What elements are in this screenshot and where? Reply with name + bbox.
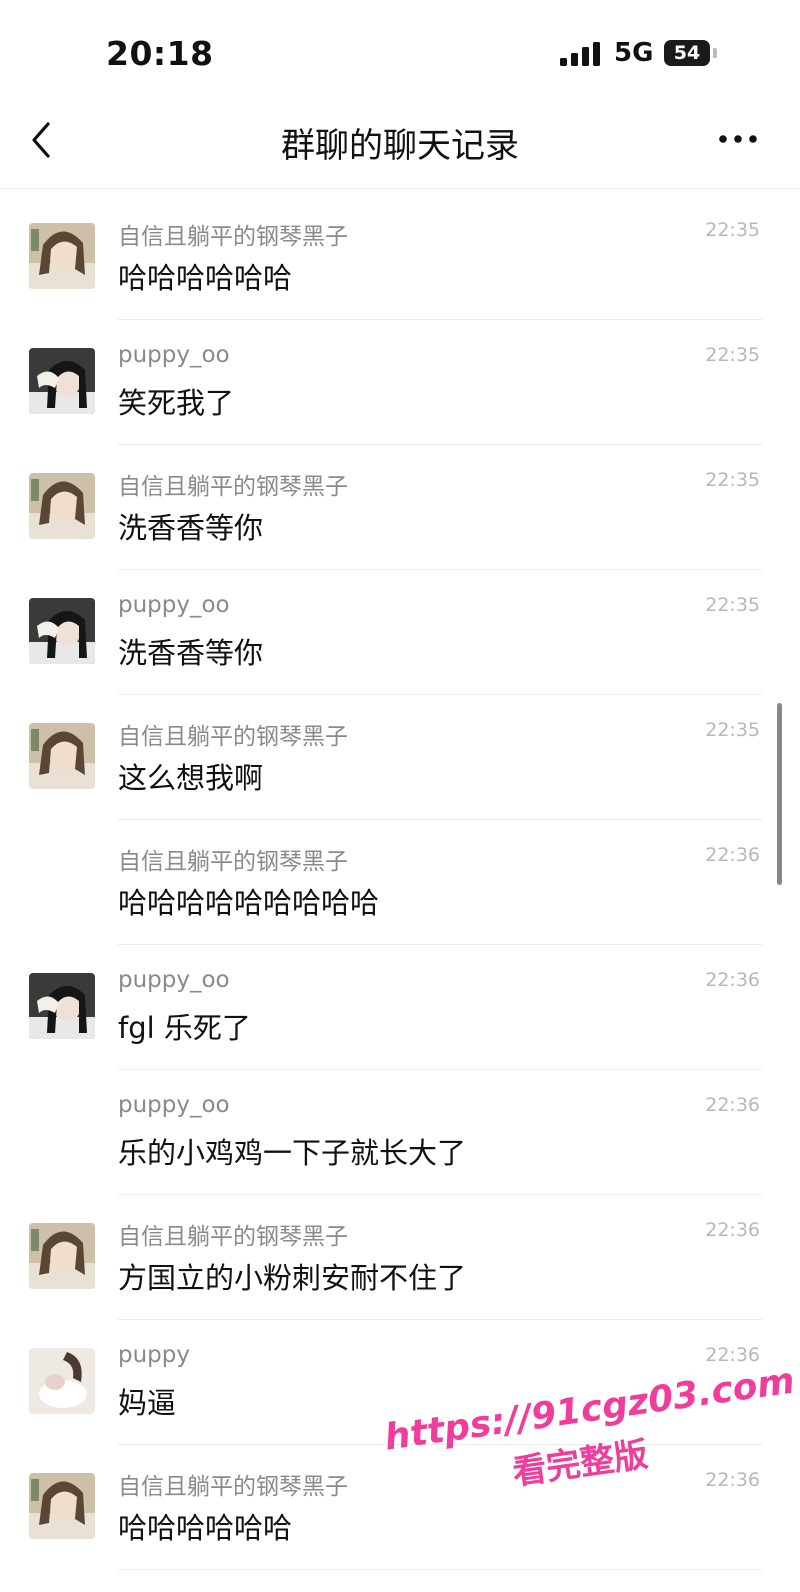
message-time: 22:36 bbox=[705, 1219, 760, 1241]
message-text: 哈哈哈哈哈哈哈哈哈 bbox=[118, 886, 380, 920]
message-sender: 自信且躺平的钢琴黑子 bbox=[118, 1474, 348, 1500]
message-text: 洗香香等你 bbox=[118, 636, 264, 670]
message-item[interactable]: 自信且躺平的钢琴黑子 22:35 哈哈哈哈哈哈 bbox=[0, 195, 800, 320]
avatar[interactable] bbox=[29, 723, 95, 789]
message-item[interactable]: 自信且躺平的钢琴黑子 22:35 洗香香等你 bbox=[0, 445, 800, 570]
avatar[interactable] bbox=[29, 1223, 95, 1289]
message-time: 22:35 bbox=[705, 219, 760, 241]
divider bbox=[118, 1569, 762, 1570]
avatar[interactable] bbox=[29, 473, 95, 539]
avatar[interactable] bbox=[29, 1473, 95, 1539]
message-time: 22:35 bbox=[705, 469, 760, 491]
message-sender: 自信且躺平的钢琴黑子 bbox=[118, 724, 348, 750]
battery-tip bbox=[713, 48, 717, 58]
message-sender: puppy bbox=[118, 1342, 190, 1368]
message-item[interactable]: 自信且躺平的钢琴黑子 22:36 方国立的小粉刺安耐不住了 bbox=[0, 1195, 800, 1320]
message-text: fgl 乐死了 bbox=[118, 1011, 251, 1045]
message-sender: 自信且躺平的钢琴黑子 bbox=[118, 474, 348, 500]
message-item[interactable]: puppy_oo 22:36 fgl 乐死了 bbox=[0, 945, 800, 1070]
message-text: 这么想我啊 bbox=[118, 761, 264, 795]
scrollbar[interactable] bbox=[777, 703, 782, 885]
message-item[interactable]: 自信且躺平的钢琴黑子 22:36 哈哈哈哈哈哈哈哈哈 bbox=[0, 820, 800, 945]
message-text: 妈逼 bbox=[118, 1386, 177, 1420]
more-dots-icon[interactable] bbox=[716, 124, 760, 154]
message-time: 22:36 bbox=[705, 969, 760, 991]
message-item[interactable]: puppy_oo 22:35 洗香香等你 bbox=[0, 570, 800, 695]
message-time: 22:36 bbox=[705, 844, 760, 866]
message-time: 22:35 bbox=[705, 594, 760, 616]
avatar[interactable] bbox=[29, 348, 95, 414]
message-item[interactable]: 自信且躺平的钢琴黑子 22:35 这么想我啊 bbox=[0, 695, 800, 820]
message-time: 22:36 bbox=[705, 1469, 760, 1491]
navigation-bar: 群聊的聊天记录 bbox=[0, 100, 800, 189]
message-sender: puppy_oo bbox=[118, 592, 230, 618]
message-text: 洗香香等你 bbox=[118, 511, 264, 545]
message-time: 22:35 bbox=[705, 344, 760, 366]
message-sender: 自信且躺平的钢琴黑子 bbox=[118, 1224, 348, 1250]
message-text: 方国立的小粉刺安耐不住了 bbox=[118, 1261, 467, 1295]
status-time: 20:18 bbox=[106, 34, 214, 73]
battery-icon: 54 bbox=[664, 40, 710, 66]
message-sender: 自信且躺平的钢琴黑子 bbox=[118, 224, 348, 250]
cellular-signal-icon bbox=[560, 42, 600, 66]
message-text: 笑死我了 bbox=[118, 386, 235, 420]
network-type: 5G bbox=[614, 38, 654, 68]
message-text: 哈哈哈哈哈哈 bbox=[118, 261, 293, 295]
message-text: 乐的小鸡鸡一下子就长大了 bbox=[118, 1136, 467, 1170]
page-title: 群聊的聊天记录 bbox=[281, 126, 519, 166]
message-sender: puppy_oo bbox=[118, 1092, 230, 1118]
avatar[interactable] bbox=[29, 1348, 95, 1414]
avatar[interactable] bbox=[29, 223, 95, 289]
message-item[interactable]: puppy_oo 22:36 乐的小鸡鸡一下子就长大了 bbox=[0, 1070, 800, 1195]
message-time: 22:35 bbox=[705, 719, 760, 741]
message-time: 22:36 bbox=[705, 1094, 760, 1116]
avatar[interactable] bbox=[29, 598, 95, 664]
message-time: 22:36 bbox=[705, 1344, 760, 1366]
status-bar: 20:18 5G 54 bbox=[0, 0, 800, 100]
message-sender: 自信且躺平的钢琴黑子 bbox=[118, 849, 348, 875]
chat-history-list[interactable]: 自信且躺平的钢琴黑子 22:35 哈哈哈哈哈哈 puppy_oo 22:35 笑死我了 自信… bbox=[0, 195, 800, 1570]
message-sender: puppy_oo bbox=[118, 342, 230, 368]
avatar[interactable] bbox=[29, 973, 95, 1039]
message-sender: puppy_oo bbox=[118, 967, 230, 993]
message-text: 哈哈哈哈哈哈 bbox=[118, 1511, 293, 1545]
message-item[interactable]: puppy_oo 22:35 笑死我了 bbox=[0, 320, 800, 445]
